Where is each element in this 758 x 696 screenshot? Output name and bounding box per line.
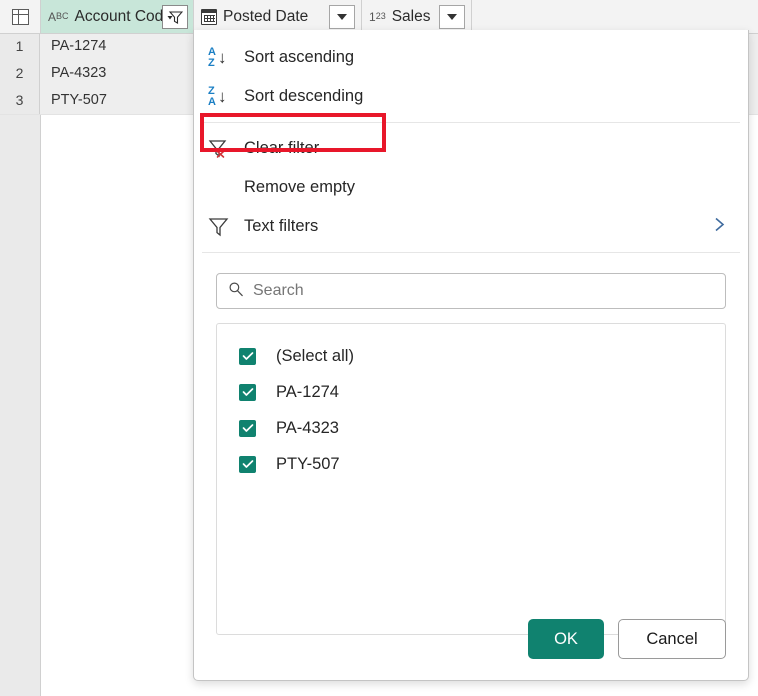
- filter-menu: A Z ↓ Sort ascending Z A ↓ Sort descendi: [194, 30, 748, 253]
- filter-dropdown-button-account-code[interactable]: [162, 4, 188, 29]
- search-placeholder: Search: [253, 282, 304, 299]
- search-container: Search: [194, 259, 748, 309]
- clear-filter-icon: [208, 139, 238, 159]
- header-filler: [472, 0, 758, 33]
- sort-ascending-icon: A Z ↓: [208, 45, 238, 69]
- checkbox-checked-icon[interactable]: [239, 455, 256, 473]
- sort-letter-top: A: [208, 45, 216, 58]
- column-header-account-code[interactable]: ABC Account Code: [41, 0, 194, 33]
- down-arrow-icon: ↓: [217, 48, 227, 67]
- menu-item-label: Sort descending: [244, 87, 364, 105]
- filter-dropdown-panel: A Z ↓ Sort ascending Z A ↓ Sort descendi: [193, 30, 749, 681]
- sort-letter-bottom: A: [208, 95, 216, 108]
- column-header-label: Sales: [391, 7, 431, 25]
- cancel-button[interactable]: Cancel: [618, 619, 726, 659]
- chevron-right-icon: [713, 214, 726, 239]
- funnel-icon: [208, 217, 238, 237]
- list-item-label: PA-1274: [276, 382, 339, 401]
- ok-button[interactable]: OK: [528, 619, 604, 659]
- sort-letter-top: Z: [208, 84, 215, 97]
- calendar-date-type-icon: [201, 8, 217, 25]
- filter-funnel-dropdown-icon: [167, 10, 183, 24]
- checkbox-checked-icon[interactable]: [239, 419, 256, 437]
- select-all-corner-cell[interactable]: [0, 0, 41, 33]
- list-item-label: PA-4323: [276, 418, 339, 437]
- values-list[interactable]: (Select all) PA-1274 PA-4323 PTY-507: [216, 323, 726, 635]
- menu-item-sort-descending[interactable]: Z A ↓ Sort descending: [194, 77, 748, 116]
- row-number: 3: [0, 87, 40, 114]
- sort-letter-bottom: Z: [208, 56, 215, 69]
- list-item[interactable]: PTY-507: [217, 446, 725, 482]
- chevron-down-icon: [447, 13, 457, 20]
- menu-item-remove-empty[interactable]: Remove empty: [194, 168, 748, 207]
- panel-footer: OK Cancel: [528, 619, 726, 659]
- list-item[interactable]: PA-4323: [217, 410, 725, 446]
- menu-item-clear-filter[interactable]: Clear filter: [194, 129, 748, 168]
- list-item[interactable]: (Select all): [217, 338, 725, 374]
- menu-item-text-filters[interactable]: Text filters: [194, 207, 748, 246]
- checkbox-checked-icon[interactable]: [239, 347, 256, 365]
- row-number: 1: [0, 33, 40, 60]
- column-header-label: Posted Date: [223, 7, 309, 25]
- chevron-down-icon: [337, 13, 347, 20]
- menu-item-label: Sort ascending: [244, 48, 355, 66]
- menu-item-label: Text filters: [244, 217, 319, 235]
- down-arrow-icon: ↓: [217, 87, 227, 106]
- column-header-posted-date[interactable]: Posted Date: [194, 0, 362, 33]
- menu-item-label: Clear filter: [244, 139, 320, 157]
- menu-divider: [202, 122, 740, 123]
- column-header-label: Account Code: [74, 7, 172, 25]
- number-type-icon: 123: [369, 9, 386, 24]
- sort-descending-icon: Z A ↓: [208, 84, 238, 108]
- column-header-sales[interactable]: 123 Sales: [362, 0, 472, 33]
- dropdown-button-sales[interactable]: [439, 4, 465, 29]
- menu-divider: [202, 252, 740, 253]
- table-icon: [11, 8, 29, 25]
- column-header-row: ABC Account Code Posted Date 123 Sales: [0, 0, 758, 34]
- list-item[interactable]: PA-1274: [217, 374, 725, 410]
- list-item-label: PTY-507: [276, 454, 340, 473]
- row-number: 2: [0, 60, 40, 87]
- checkbox-checked-icon[interactable]: [239, 383, 256, 401]
- dropdown-button-posted-date[interactable]: [329, 4, 355, 29]
- list-item-label: (Select all): [276, 346, 354, 365]
- abc-text-type-icon: ABC: [48, 9, 69, 24]
- values-container: (Select all) PA-1274 PA-4323 PTY-507: [194, 309, 748, 635]
- menu-item-label: Remove empty: [244, 178, 355, 196]
- row-number-gutter: [0, 33, 41, 696]
- search-input[interactable]: Search: [216, 273, 726, 309]
- search-icon: [228, 281, 244, 302]
- menu-item-sort-ascending[interactable]: A Z ↓ Sort ascending: [194, 38, 748, 77]
